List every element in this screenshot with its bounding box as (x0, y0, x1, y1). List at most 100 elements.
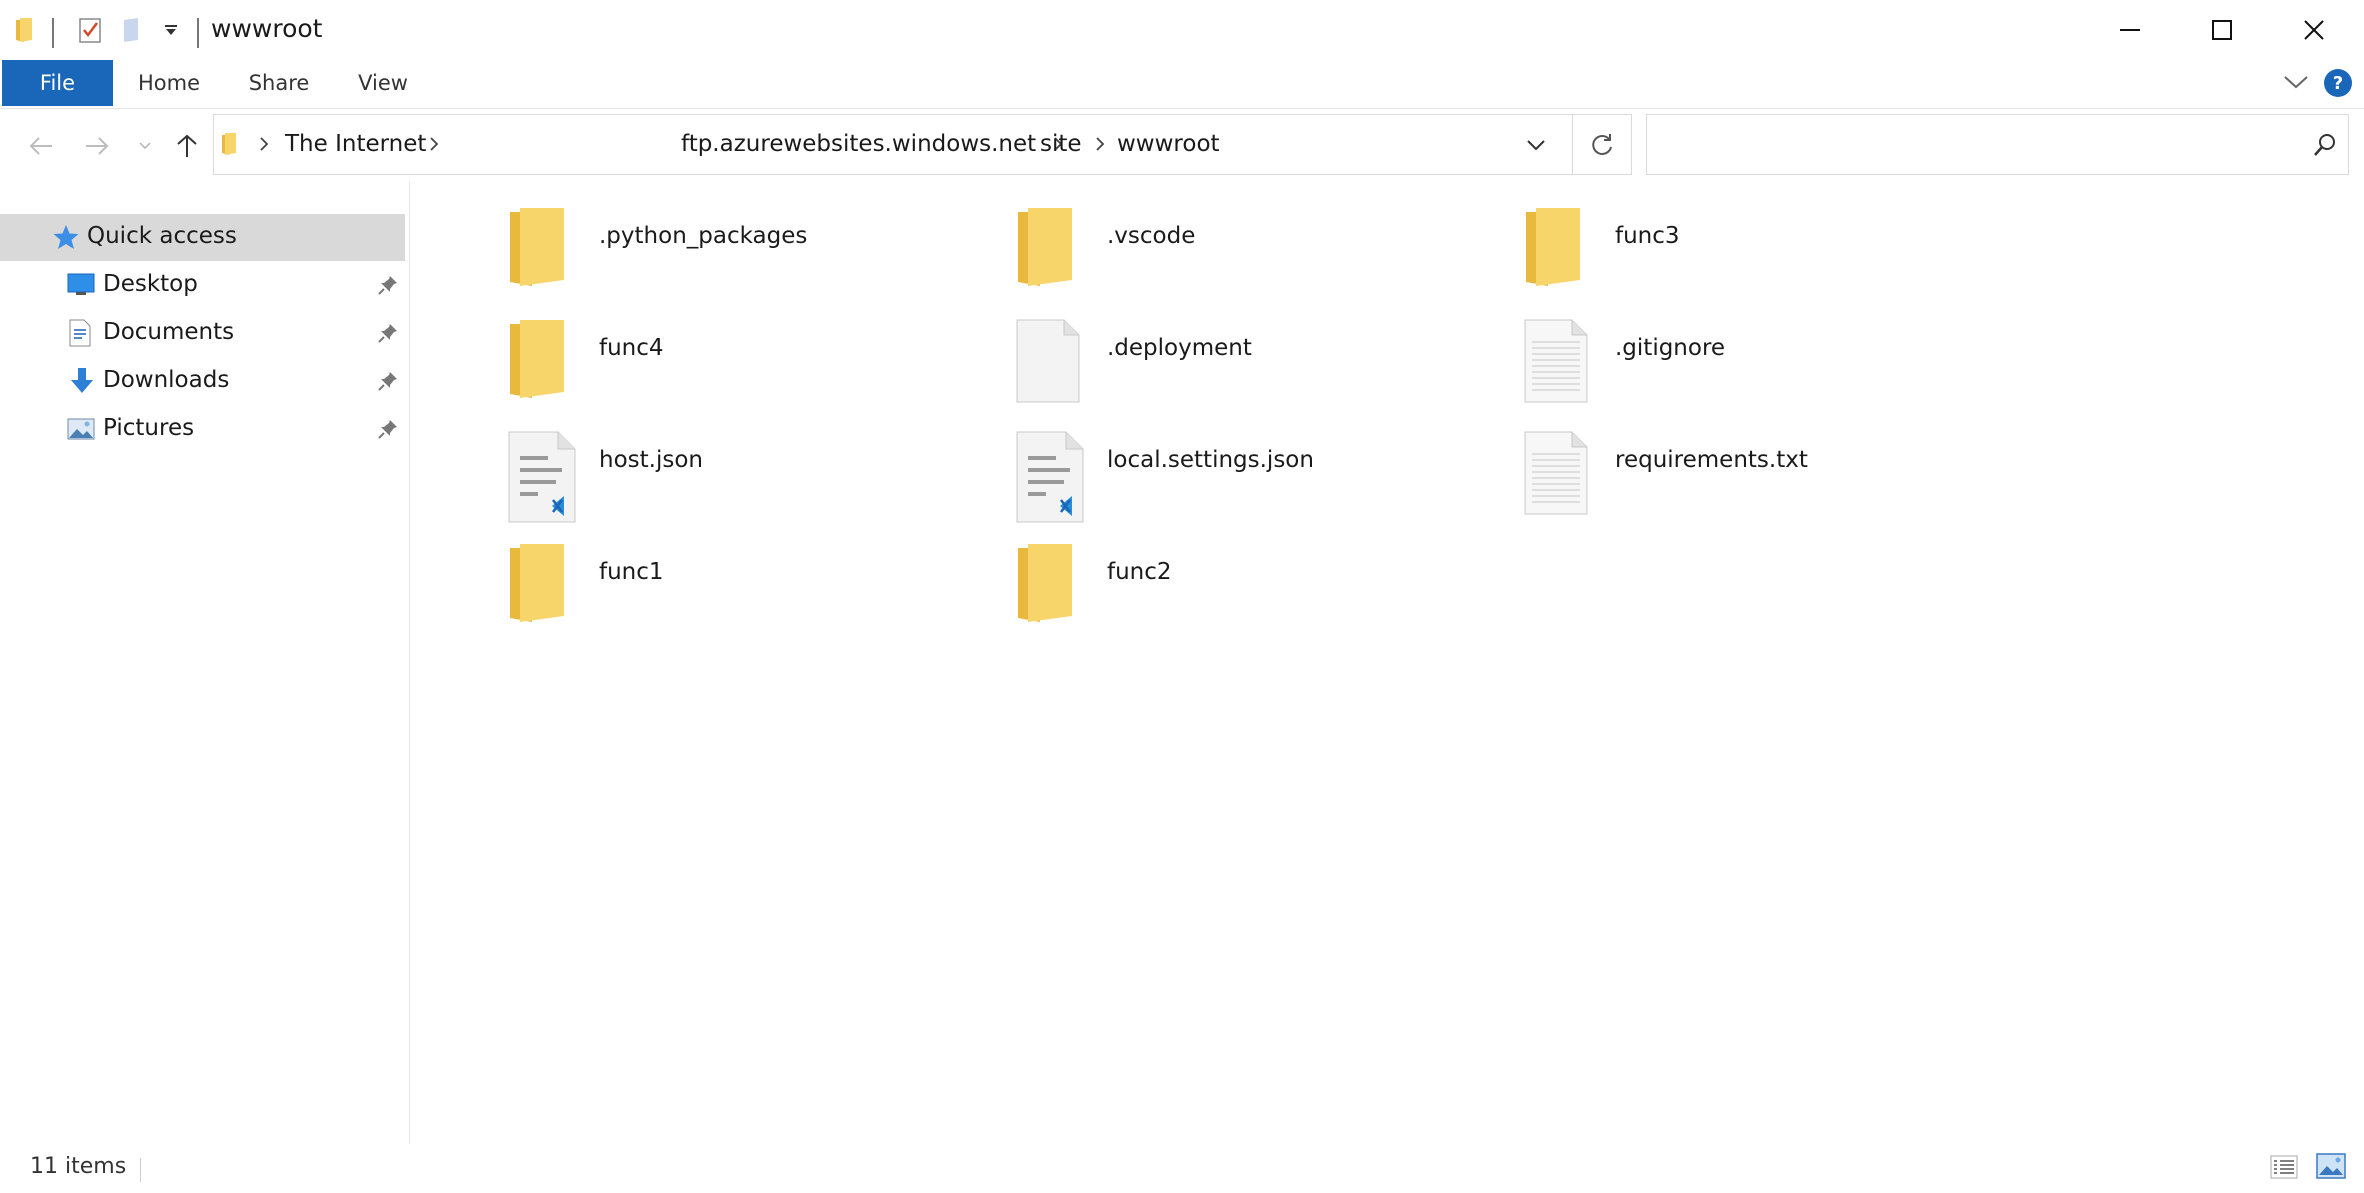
sidebar-item-quick-access[interactable]: Quick access (0, 214, 405, 261)
forward-arrow-icon (86, 137, 109, 155)
pin-icon[interactable] (378, 275, 398, 299)
large-icons-view-icon[interactable] (2316, 1153, 2346, 1183)
file-name: func2 (1107, 559, 1172, 585)
vscode-file-icon (1014, 430, 1086, 528)
back-button[interactable] (24, 123, 58, 169)
pin-icon[interactable] (378, 323, 398, 347)
maximize-icon (2212, 20, 2232, 40)
sidebar-item-pictures[interactable]: Pictures (0, 406, 405, 453)
list-item-requirements-txt[interactable]: requirements.txt (1522, 430, 2022, 530)
breadcrumb-chevron-icon[interactable] (258, 135, 270, 157)
refresh-icon (1592, 133, 1612, 155)
breadcrumb-wwwroot[interactable]: wwwroot (1117, 131, 1220, 157)
list-item-host-json[interactable]: host.json (506, 430, 1006, 530)
list-item-func1[interactable]: func1 (506, 542, 1006, 642)
expand-ribbon-chevron-icon[interactable] (2283, 74, 2309, 94)
text-file-icon (1522, 430, 1590, 520)
sidebar-item-downloads[interactable]: Downloads (0, 358, 405, 405)
star-icon (52, 224, 80, 254)
recent-locations-button[interactable] (130, 123, 160, 169)
sidebar-item-label: Downloads (103, 367, 230, 393)
title-bar: wwwroot (0, 0, 2364, 60)
customize-toolbar-dropdown-icon[interactable] (164, 22, 178, 41)
list-item-func3[interactable]: func3 (1522, 206, 2022, 306)
maximize-button[interactable] (2176, 0, 2268, 60)
file-name: host.json (599, 447, 703, 473)
breadcrumb-site[interactable]: site (1040, 131, 1082, 157)
breadcrumb-chevron-icon[interactable] (428, 135, 440, 157)
breadcrumb-chevron-icon[interactable] (1094, 135, 1106, 157)
close-button[interactable] (2268, 0, 2360, 60)
list-item-func2[interactable]: func2 (1014, 542, 1514, 642)
pin-icon[interactable] (378, 419, 398, 443)
sidebar-item-label: Quick access (87, 223, 237, 249)
folder-icon (506, 318, 570, 406)
file-name: .python_packages (599, 223, 808, 249)
file-list: .python_packages .vscode func3 func4 .de… (410, 182, 2364, 1144)
properties-icon[interactable] (78, 16, 104, 48)
file-name: func1 (599, 559, 664, 585)
file-name: .deployment (1107, 335, 1252, 361)
new-folder-icon[interactable] (120, 16, 144, 48)
folder-icon (220, 131, 240, 161)
file-name: func3 (1615, 223, 1680, 249)
sidebar-item-label: Desktop (103, 271, 198, 297)
toolbar-separator (197, 18, 199, 48)
back-arrow-icon (29, 137, 52, 155)
file-name: requirements.txt (1615, 447, 1808, 473)
up-arrow-icon (177, 134, 197, 157)
download-arrow-icon (70, 367, 94, 399)
forward-button[interactable] (80, 123, 114, 169)
minimize-icon (2120, 29, 2140, 31)
file-name: .gitignore (1615, 335, 1726, 361)
ribbon: File Home Share View ? (0, 60, 2364, 109)
search-input[interactable] (1646, 114, 2349, 175)
vscode-file-icon (506, 430, 578, 528)
folder-icon (1014, 542, 1078, 630)
status-separator (140, 1158, 141, 1182)
help-icon[interactable]: ? (2323, 68, 2353, 102)
tab-share[interactable]: Share (240, 60, 318, 106)
folder-icon (1014, 206, 1078, 294)
pictures-icon (67, 418, 95, 444)
svg-text:?: ? (2333, 73, 2343, 94)
list-item-deployment[interactable]: .deployment (1014, 318, 1514, 418)
sidebar-item-desktop[interactable]: Desktop (0, 262, 405, 309)
list-item-local-settings-json[interactable]: local.settings.json (1014, 430, 1514, 530)
up-button[interactable] (170, 123, 204, 169)
sidebar-item-documents[interactable]: Documents (0, 310, 405, 357)
folder-icon (14, 16, 36, 48)
breadcrumb-ftp-host[interactable]: ftp.azurewebsites.windows.net (681, 131, 1036, 157)
chevron-down-icon (139, 142, 151, 150)
folder-icon (506, 206, 570, 294)
text-file-icon (1522, 318, 1590, 408)
tab-view[interactable]: View (350, 60, 416, 106)
list-item-gitignore[interactable]: .gitignore (1522, 318, 2022, 418)
details-view-icon[interactable] (2270, 1155, 2298, 1183)
toolbar-separator (52, 18, 54, 48)
desktop-icon (67, 273, 95, 299)
status-item-count: 11 items (30, 1154, 127, 1179)
list-item-func4[interactable]: func4 (506, 318, 1006, 418)
breadcrumb-the-internet[interactable]: The Internet (285, 131, 426, 157)
refresh-button[interactable] (1572, 114, 1632, 175)
sidebar-item-label: Documents (103, 319, 235, 345)
blank-file-icon (1014, 318, 1082, 408)
list-item-python-packages[interactable]: .python_packages (506, 206, 1006, 306)
window-title: wwwroot (211, 14, 323, 43)
minimize-button[interactable] (2084, 0, 2176, 60)
close-icon (2304, 20, 2324, 40)
pin-icon[interactable] (378, 371, 398, 395)
list-item-vscode[interactable]: .vscode (1014, 206, 1514, 306)
navigation-pane: Quick access Desktop Documents Downloads (0, 194, 410, 1144)
file-name: .vscode (1107, 223, 1196, 249)
address-bar[interactable]: The Internet ftp.azurewebsites.windows.n… (213, 114, 1573, 175)
folder-icon (506, 542, 570, 630)
search-icon[interactable] (2312, 132, 2338, 162)
documents-icon (69, 319, 91, 351)
file-name: func4 (599, 335, 664, 361)
file-name: local.settings.json (1107, 447, 1314, 473)
address-history-chevron-down-icon[interactable] (1526, 137, 1546, 156)
tab-home[interactable]: Home (130, 60, 208, 106)
tab-file[interactable]: File (2, 60, 113, 106)
